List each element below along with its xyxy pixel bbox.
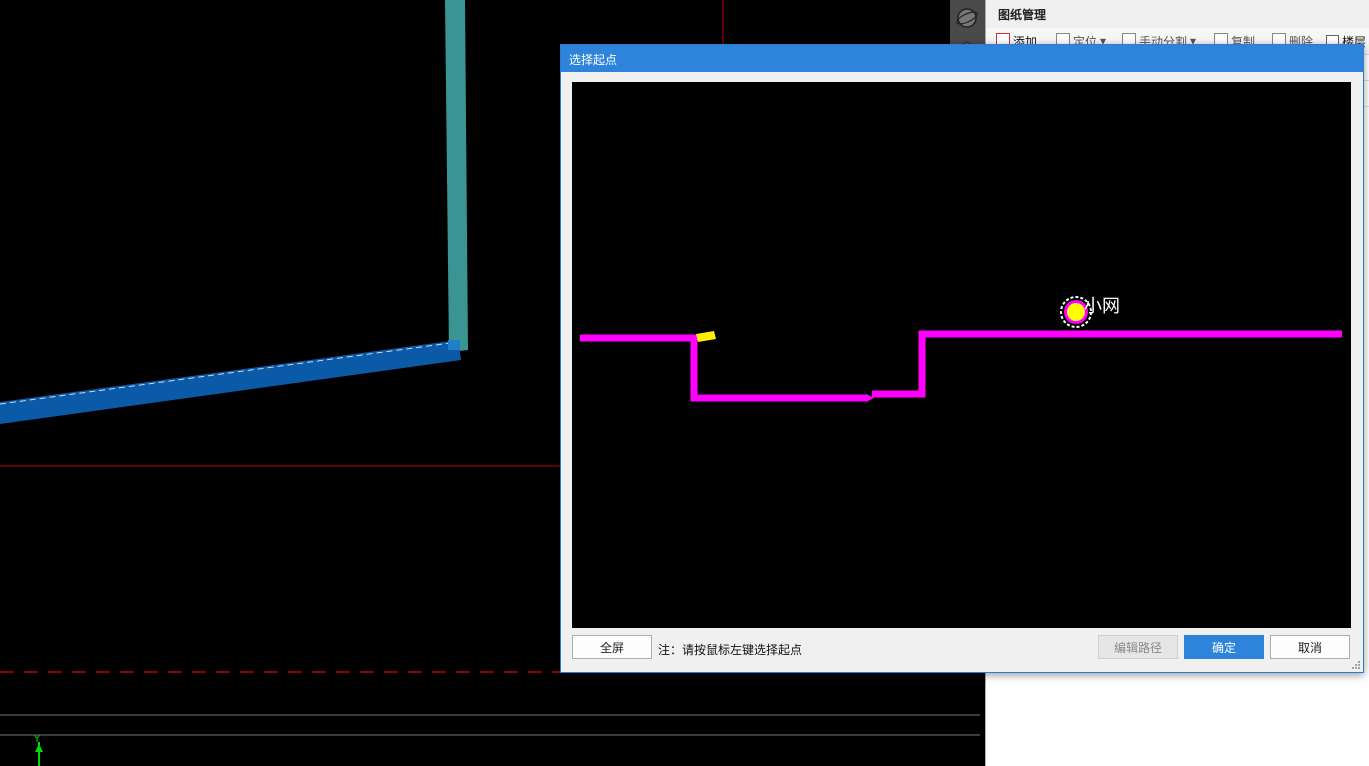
- edit-path-button[interactable]: 编辑路径: [1098, 635, 1178, 659]
- pipe-label: 小网: [1084, 296, 1120, 317]
- panel-header: 图纸管理: [986, 0, 1369, 29]
- confirm-button[interactable]: 确定: [1184, 635, 1264, 659]
- cancel-button[interactable]: 取消: [1270, 635, 1350, 659]
- pipe-segment-right[interactable]: [872, 330, 1342, 398]
- pipe-end-marker: [696, 331, 716, 342]
- resize-grip-icon[interactable]: [1351, 660, 1361, 670]
- select-start-point-dialog: 选择起点 小网 全屏 注：请按鼠标左键选择起点 编辑路径 确定 取消: [560, 44, 1364, 673]
- y-axis-label: Y: [33, 734, 41, 745]
- dialog-title: 选择起点: [569, 53, 618, 67]
- wall-joint: [448, 340, 460, 350]
- wall-vertical[interactable]: [445, 0, 468, 352]
- pipe-preview-svg: [580, 296, 1342, 402]
- y-axis-arrowhead: [35, 744, 43, 752]
- orbit-icon[interactable]: [955, 6, 979, 30]
- dialog-titlebar[interactable]: 选择起点: [561, 45, 1363, 72]
- start-point-marker[interactable]: [1067, 303, 1085, 321]
- panel-title: 图纸管理: [998, 8, 1047, 22]
- wall-horizontal[interactable]: [0, 340, 461, 424]
- hint-text: 注：请按鼠标左键选择起点: [658, 643, 803, 657]
- path-preview-canvas[interactable]: 小网: [572, 82, 1351, 628]
- fullscreen-button[interactable]: 全屏: [572, 635, 652, 659]
- pipe-segment-left[interactable]: [580, 334, 868, 402]
